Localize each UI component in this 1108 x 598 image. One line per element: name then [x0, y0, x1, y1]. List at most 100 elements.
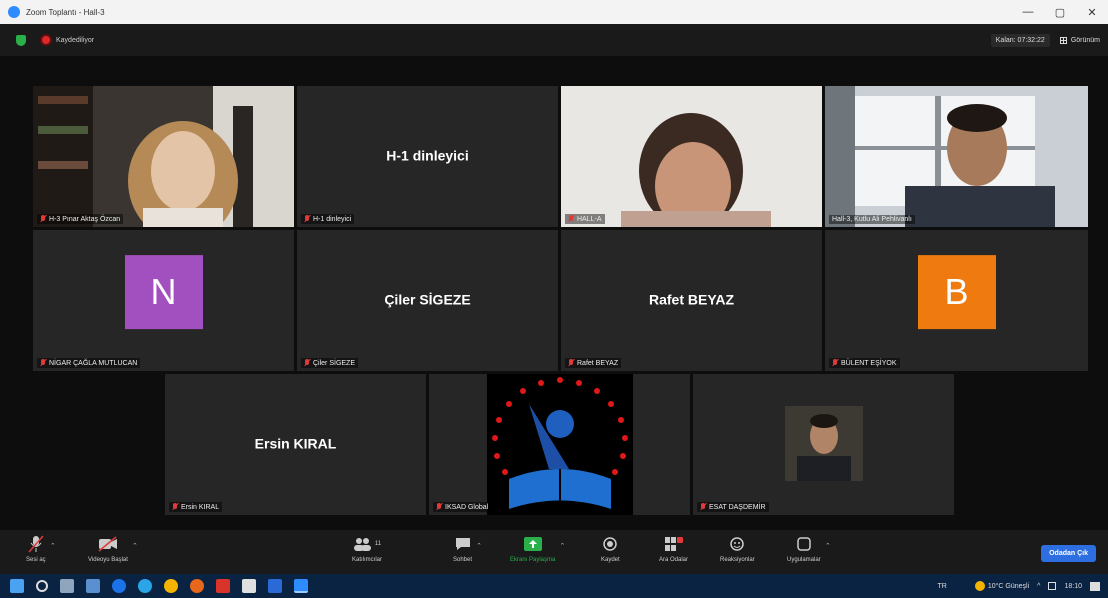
- chevron-up-icon[interactable]: ^: [1037, 583, 1040, 590]
- participant-tile[interactable]: Çiler SİGEZE Çiler SİGEZE: [297, 230, 558, 371]
- breakout-rooms-button[interactable]: Ara Odalar: [659, 534, 688, 563]
- reactions-button[interactable]: Reaksiyonlar: [720, 534, 755, 563]
- participant-tile[interactable]: Ersin KIRAL Ersin KIRAL: [165, 374, 426, 515]
- windows-start-icon[interactable]: [10, 579, 24, 593]
- participant-tile-active-speaker[interactable]: Hall-3, Kutlu Ali Pehlivanlı: [825, 86, 1088, 227]
- participant-video: [33, 86, 294, 227]
- mic-muted-icon: [304, 359, 310, 367]
- file-explorer-icon[interactable]: [86, 579, 100, 593]
- recording-label[interactable]: Kaydediliyor: [56, 37, 94, 44]
- maximize-button[interactable]: ▢: [1044, 0, 1076, 24]
- mic-muted-icon: [304, 215, 310, 223]
- participant-name-bar: Ersin KIRAL: [169, 502, 223, 512]
- clock[interactable]: 18:10: [1064, 583, 1082, 590]
- participant-tile[interactable]: ESAT DAŞDEMİR: [693, 374, 954, 515]
- participant-name: IKSAD Global: [445, 503, 489, 511]
- meeting-controls-toolbar: Sesi aç ⌃ Videoyu Başlat ⌃ 11 Katılımcıl…: [0, 530, 1108, 574]
- task-view-icon[interactable]: [60, 579, 74, 593]
- breakout-rooms-label: Ara Odalar: [659, 557, 689, 563]
- participant-name-bar: ESAT DAŞDEMİR: [697, 502, 769, 512]
- encryption-shield-icon[interactable]: [16, 34, 26, 46]
- participant-name-bar: Rafet BEYAZ: [565, 358, 622, 368]
- participant-tile[interactable]: N NİGAR ÇAĞLA MUTLUCAN: [33, 230, 294, 371]
- chevron-up-icon[interactable]: ⌃: [476, 542, 482, 550]
- view-button[interactable]: Görünüm: [1059, 36, 1100, 44]
- participants-button[interactable]: 11 Katılımcılar: [352, 534, 382, 563]
- participant-video: [561, 86, 822, 227]
- participant-name: Rafet BEYAZ: [577, 359, 619, 367]
- participant-name-bar: NİGAR ÇAĞLA MUTLUCAN: [37, 358, 141, 368]
- mic-off-icon: [28, 534, 44, 554]
- chat-label: Sohbet: [453, 557, 473, 563]
- participant-name: HALL-A: [577, 215, 602, 223]
- participants-count: 11: [374, 541, 382, 547]
- participant-name: Hall-3, Kutlu Ali Pehlivanlı: [832, 216, 912, 223]
- zoom-taskbar-icon[interactable]: [294, 579, 308, 593]
- word-icon[interactable]: [268, 579, 282, 593]
- window-title: Zoom Toplantı - Hall-3: [26, 7, 105, 17]
- participant-display-name: Rafet BEYAZ: [648, 290, 735, 307]
- participant-display-name: H-1 dinleyici: [386, 146, 469, 163]
- time-remaining: Kalan: 07:32:22: [990, 33, 1050, 47]
- search-icon[interactable]: [36, 580, 48, 592]
- unmute-button[interactable]: Sesi aç ⌃: [26, 534, 56, 563]
- participant-name-bar: H-3 Pınar Aktaş Özcan: [37, 214, 124, 224]
- chevron-up-icon[interactable]: ⌃: [50, 542, 56, 550]
- zoom-app-icon: [8, 6, 20, 18]
- participant-tile[interactable]: B BÜLENT EŞİYOK: [825, 230, 1088, 371]
- participant-video: [825, 86, 1088, 227]
- weather-text[interactable]: 10°C Güneşli: [988, 583, 1029, 590]
- reactions-icon: [730, 534, 745, 554]
- participant-name-bar: IKSAD Global: [433, 502, 492, 512]
- breakout-rooms-icon: [664, 534, 683, 554]
- close-button[interactable]: ✕: [1076, 0, 1108, 24]
- participant-tile[interactable]: HALL-A: [561, 86, 822, 227]
- edge-browser-icon[interactable]: [112, 579, 126, 593]
- record-label: Kaydet: [601, 557, 620, 563]
- participant-tile[interactable]: IKSAD Global: [429, 374, 690, 515]
- acrobat-icon[interactable]: [216, 579, 230, 593]
- notepad-icon[interactable]: [242, 579, 256, 593]
- participant-name-bar: HALL-A: [565, 214, 605, 224]
- zoom-window: Zoom Toplantı - Hall-3 — ▢ ✕ Kaydediliyo…: [0, 0, 1108, 598]
- firefox-icon[interactable]: [190, 579, 204, 593]
- leave-button[interactable]: Odadan Çık: [1041, 545, 1096, 562]
- notification-icon[interactable]: [1090, 581, 1100, 591]
- language-indicator[interactable]: TR: [938, 583, 947, 590]
- apps-button[interactable]: Uygulamalar ⌃: [787, 534, 831, 563]
- participant-tile[interactable]: H-1 dinleyici H-1 dinleyici: [297, 86, 558, 227]
- chrome-icon[interactable]: [164, 579, 178, 593]
- participant-tile[interactable]: H-3 Pınar Aktaş Özcan: [33, 86, 294, 227]
- video-off-icon: [98, 534, 118, 554]
- share-screen-icon: [523, 534, 542, 554]
- participant-display-name: Ersin KIRAL: [254, 434, 337, 451]
- participant-name: BÜLENT EŞİYOK: [841, 359, 897, 367]
- chevron-up-icon[interactable]: ⌃: [825, 542, 831, 550]
- minimize-button[interactable]: —: [1012, 0, 1044, 24]
- start-video-label: Videoyu Başlat: [88, 557, 128, 563]
- start-video-button[interactable]: Videoyu Başlat ⌃: [88, 534, 138, 563]
- chevron-up-icon[interactable]: ⌃: [559, 542, 565, 550]
- mic-muted-icon: [700, 503, 706, 511]
- system-tray: TR 10°C Güneşli ^ 18:10: [938, 581, 1108, 591]
- mic-muted-icon: [568, 215, 574, 223]
- mic-muted-icon: [832, 359, 838, 367]
- chat-button[interactable]: Sohbet ⌃: [453, 534, 482, 563]
- iksad-logo-image: [429, 374, 690, 515]
- participants-label: Katılımcılar: [352, 557, 383, 563]
- participant-name-bar: Çiler SİGEZE: [301, 358, 359, 368]
- mic-muted-icon: [172, 503, 178, 511]
- record-button[interactable]: Kaydet: [601, 534, 620, 563]
- participant-display-name: Çiler SİGEZE: [384, 290, 471, 307]
- meeting-top-bar: Kaydediliyor Kalan: 07:32:22 Görünüm: [0, 24, 1108, 56]
- reactions-label: Reaksiyonlar: [720, 557, 755, 563]
- participant-avatar: N: [124, 254, 203, 329]
- share-screen-button[interactable]: Ekranı Paylaşma ⌃: [510, 534, 565, 563]
- browser-icon[interactable]: [138, 579, 152, 593]
- participant-tile[interactable]: Rafet BEYAZ Rafet BEYAZ: [561, 230, 822, 371]
- grid-view-icon: [1059, 36, 1067, 44]
- network-icon[interactable]: [1048, 582, 1057, 590]
- participant-name: H-1 dinleyici: [313, 215, 352, 223]
- chevron-up-icon[interactable]: ⌃: [132, 542, 138, 550]
- participant-name-bar: H-1 dinleyici: [301, 214, 355, 224]
